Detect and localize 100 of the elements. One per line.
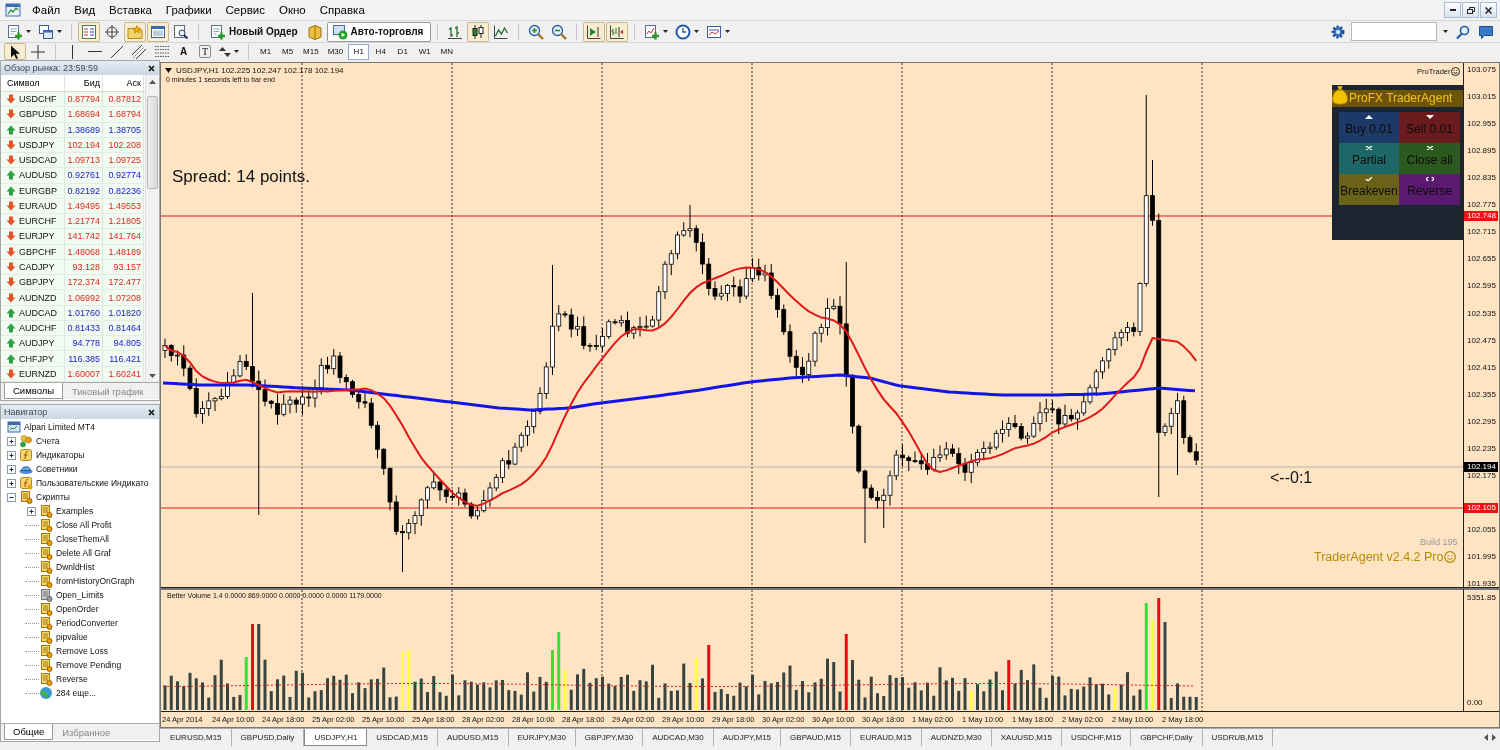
new-order-button[interactable]: Новый Ордер bbox=[205, 21, 303, 42]
collapse-icon[interactable] bbox=[7, 492, 16, 502]
timeframe-button[interactable]: M30 bbox=[323, 43, 348, 60]
symbol-name: CADJPY bbox=[19, 262, 55, 272]
chart-tab[interactable]: GBPCHF,Daily bbox=[1131, 729, 1203, 746]
symbol-name: AUDJPY bbox=[19, 338, 55, 349]
ask-price: 141.764 bbox=[108, 231, 141, 242]
menu-item[interactable]: Окно bbox=[271, 2, 313, 18]
price-label: 102.235 bbox=[1467, 443, 1496, 454]
tree-item[interactable]: Remove Loss bbox=[56, 646, 108, 656]
price-tag: 102.748 bbox=[1464, 211, 1498, 221]
bid-price: 0.87794 bbox=[67, 94, 100, 105]
bid-price: 0.92761 bbox=[67, 170, 100, 181]
tree-item[interactable]: Close All Profit bbox=[56, 520, 112, 530]
tree-item[interactable]: Remove Pending bbox=[56, 660, 122, 670]
tree-item[interactable]: Examples bbox=[56, 506, 94, 516]
bid-price: 102.194 bbox=[67, 139, 100, 150]
symbol-name: AUDUSD bbox=[19, 170, 57, 181]
expand-icon[interactable] bbox=[27, 506, 36, 516]
panel-tab[interactable]: Символы bbox=[4, 383, 64, 399]
price-label: 102.775 bbox=[1467, 200, 1496, 211]
menu-item[interactable]: Сервис bbox=[218, 2, 272, 18]
tree-item[interactable]: Open_Limits bbox=[56, 590, 104, 600]
tree-item[interactable]: Пользовательские Индикато bbox=[36, 478, 149, 488]
close-icon[interactable] bbox=[148, 64, 155, 72]
chart-tab[interactable]: EURJPY,M30 bbox=[508, 729, 576, 746]
timeframe-button[interactable]: W1 bbox=[414, 43, 436, 60]
scrollbar[interactable] bbox=[145, 75, 159, 382]
tree-item[interactable]: OpenOrder bbox=[56, 604, 99, 614]
tree-item[interactable]: Советники bbox=[36, 464, 78, 474]
candles-button[interactable] bbox=[466, 21, 489, 42]
document-icon bbox=[19, 490, 33, 504]
caret-icon bbox=[693, 30, 699, 33]
chart-tab[interactable]: USDCAD,M15 bbox=[367, 729, 438, 746]
tree-item[interactable]: Счета bbox=[36, 436, 60, 446]
minimize-button[interactable] bbox=[1444, 2, 1461, 18]
tree-item[interactable]: Alpari Limited MT4 bbox=[24, 422, 95, 432]
expand-icon[interactable] bbox=[7, 464, 16, 474]
market-watch-button[interactable] bbox=[78, 21, 100, 42]
tree-item[interactable]: DwnldHist bbox=[56, 562, 95, 572]
timeframe-button[interactable]: M1 bbox=[255, 43, 277, 60]
expand-icon[interactable] bbox=[7, 450, 16, 460]
chart-tab[interactable]: GBPJPY,M30 bbox=[575, 729, 644, 746]
label-tool-button[interactable]: T bbox=[199, 45, 212, 58]
bid-price: 1.68694 bbox=[67, 109, 100, 120]
menu-item[interactable]: Вид bbox=[67, 2, 103, 18]
chart-tab[interactable]: GBPAUD,M15 bbox=[781, 729, 852, 746]
column-header[interactable]: Аск bbox=[126, 78, 141, 88]
text-tool-button[interactable]: A bbox=[173, 43, 194, 60]
tree-item[interactable]: Reverse bbox=[56, 674, 88, 684]
tree-item[interactable]: CloseThemAll bbox=[56, 534, 109, 544]
restore-button[interactable] bbox=[1462, 2, 1479, 18]
scroll-left-icon[interactable] bbox=[1484, 734, 1488, 741]
timeframe-button[interactable]: H4 bbox=[370, 43, 392, 60]
close-icon[interactable] bbox=[148, 408, 155, 416]
autoscroll-button[interactable] bbox=[582, 21, 605, 42]
timeframe-button[interactable]: D1 bbox=[392, 43, 414, 60]
chart-tab[interactable]: USDCHF,M15 bbox=[1061, 729, 1132, 746]
timeframe-button[interactable]: MN bbox=[436, 43, 458, 60]
chart-tab[interactable]: AUDCAD,M30 bbox=[643, 729, 714, 746]
chart-tab[interactable]: AUDUSD,M15 bbox=[437, 729, 509, 746]
chart-tab[interactable]: USDRUB,M15 bbox=[1202, 729, 1274, 746]
scrollbar-thumb[interactable] bbox=[147, 96, 158, 189]
cursor-tool-button[interactable] bbox=[4, 43, 26, 60]
search-field[interactable] bbox=[1351, 22, 1437, 41]
tree-item[interactable]: pipvalue bbox=[56, 632, 88, 642]
symbol-name: EURUSD bbox=[19, 124, 57, 135]
close-button[interactable] bbox=[1480, 2, 1497, 18]
tree-item[interactable]: 284 еще... bbox=[56, 688, 96, 698]
chart-tab[interactable]: USDJPY,H1 bbox=[304, 729, 368, 746]
menu-item[interactable]: Файл bbox=[25, 2, 68, 18]
chart-tab[interactable]: EURUSD,M15 bbox=[161, 729, 232, 746]
chart-tab[interactable]: AUDJPY,M15 bbox=[713, 729, 782, 746]
tree-item[interactable]: Delete All Graf bbox=[56, 548, 111, 558]
timeframe-button[interactable]: M15 bbox=[299, 43, 323, 60]
tree-item[interactable]: PeriodConverter bbox=[56, 618, 118, 628]
tree-item[interactable]: Индикаторы bbox=[36, 450, 85, 460]
column-header[interactable]: Бид bbox=[83, 78, 100, 88]
price-label: 5351.85 bbox=[1467, 593, 1497, 603]
timeframe-button[interactable]: M5 bbox=[277, 43, 299, 60]
chart-tab[interactable]: EURAUD,M15 bbox=[851, 729, 922, 746]
tree-item[interactable]: Скрипты bbox=[36, 492, 70, 502]
autotrading-button[interactable]: Авто-торговля bbox=[326, 21, 431, 42]
panel-window-icon bbox=[150, 23, 166, 40]
terminal-button[interactable] bbox=[147, 21, 169, 42]
menu-item[interactable]: Графики bbox=[158, 2, 219, 18]
chart-shift-button[interactable] bbox=[605, 21, 628, 42]
menu-item[interactable]: Справка bbox=[312, 2, 372, 18]
menu-item[interactable]: Вставка bbox=[102, 2, 159, 18]
chart-tab[interactable]: AUDNZD,M30 bbox=[921, 729, 992, 746]
price-label: 102.055 bbox=[1467, 524, 1496, 535]
symbol-name: AUDCHF bbox=[19, 323, 57, 334]
chart-tab[interactable]: XAUUSD,M15 bbox=[991, 729, 1062, 746]
expand-icon[interactable] bbox=[7, 436, 16, 446]
timeframe-button[interactable]: H1 bbox=[348, 43, 370, 60]
panel-tab[interactable]: Общие bbox=[4, 724, 54, 740]
scroll-right-icon[interactable] bbox=[1492, 734, 1496, 741]
tree-item[interactable]: fromHistoryOnGraph bbox=[56, 576, 135, 586]
expand-icon[interactable] bbox=[7, 478, 16, 488]
column-header[interactable]: Символ bbox=[7, 78, 40, 88]
